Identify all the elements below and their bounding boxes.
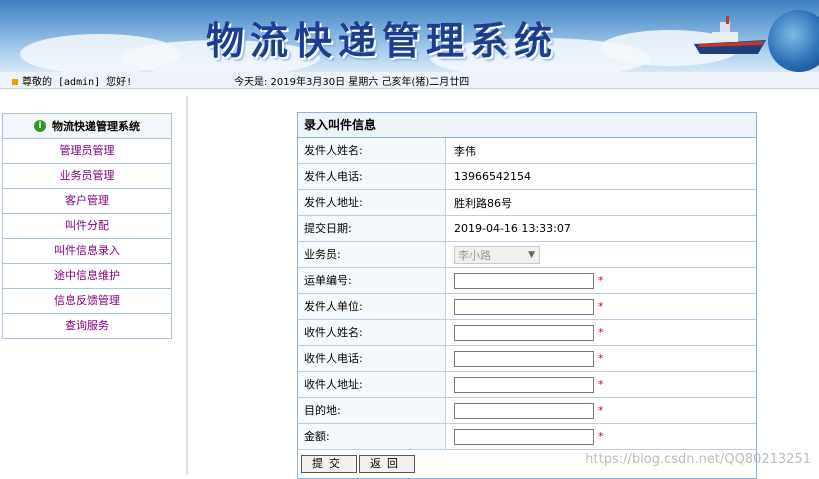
form-row: 发件人单位: * — [298, 294, 756, 320]
amount-input[interactable] — [454, 428, 594, 445]
form-row: 发件人姓名: 李伟 — [298, 138, 756, 164]
form-row: 金额: * — [298, 424, 756, 450]
required-mark: * — [598, 274, 604, 287]
field-label: 发件人姓名: — [298, 138, 446, 163]
required-mark: * — [598, 352, 604, 365]
sender-company-input[interactable] — [454, 298, 594, 315]
chevron-down-icon: ▼ — [528, 249, 535, 260]
form-row: 收件人姓名: * — [298, 320, 756, 346]
field-label: 收件人电话: — [298, 346, 446, 371]
form-row: 收件人电话: * — [298, 346, 756, 372]
globe-icon — [768, 10, 819, 72]
form-row: 业务员: 李小路 ▼ — [298, 242, 756, 268]
submit-button[interactable]: 提交 — [301, 455, 357, 473]
header-banner: 物流快递管理系统 — [0, 0, 819, 72]
field-label: 发件人电话: — [298, 164, 446, 189]
receiver-name-input[interactable] — [454, 324, 594, 341]
sidebar: i 物流快递管理系统 管理员管理 业务员管理 客户管理 叫件分配 叫件信息录入 … — [2, 113, 172, 339]
form-row: 收件人地址: * — [298, 372, 756, 398]
field-label: 目的地: — [298, 398, 446, 423]
sender-phone-value: 13966542154 — [454, 170, 531, 183]
field-label: 收件人地址: — [298, 372, 446, 397]
date-text: 今天是: 2019年3月30日 星期六 己亥年(猪)二月廿四 — [234, 77, 470, 88]
sender-address-value: 胜利路86号 — [454, 196, 512, 210]
greeting: 尊敬的 [admin] 您好! — [12, 73, 132, 88]
app-title: 物流快递管理系统 — [206, 18, 559, 63]
field-label: 运单编号: — [298, 268, 446, 293]
field-label: 金额: — [298, 424, 446, 449]
sidebar-item-customer-management[interactable]: 客户管理 — [2, 189, 172, 214]
receiver-phone-input[interactable] — [454, 350, 594, 367]
sidebar-item-feedback-management[interactable]: 信息反馈管理 — [2, 289, 172, 314]
watermark: https://blog.csdn.net/QQ80213251 — [585, 452, 811, 467]
form-row: 提交日期: 2019-04-16 13:33:07 — [298, 216, 756, 242]
sidebar-header: i 物流快递管理系统 — [2, 113, 172, 139]
required-mark: * — [598, 430, 604, 443]
bullet-icon — [12, 79, 18, 85]
field-label: 发件人单位: — [298, 294, 446, 319]
required-mark: * — [598, 404, 604, 417]
sidebar-item-salesman-management[interactable]: 业务员管理 — [2, 164, 172, 189]
sidebar-item-call-assignment[interactable]: 叫件分配 — [2, 214, 172, 239]
field-label: 提交日期: — [298, 216, 446, 241]
top-status-bar: 尊敬的 [admin] 您好! 今天是: 2019年3月30日 星期六 己亥年(… — [0, 72, 819, 89]
sidebar-item-transit-maintenance[interactable]: 途中信息维护 — [2, 264, 172, 289]
sidebar-title: 物流快递管理系统 — [52, 120, 140, 133]
required-mark: * — [598, 300, 604, 313]
form-row: 发件人电话: 13966542154 — [298, 164, 756, 190]
sidebar-item-query-service[interactable]: 查询服务 — [2, 314, 172, 339]
required-mark: * — [598, 326, 604, 339]
field-label: 发件人地址: — [298, 190, 446, 215]
salesman-selected: 李小路 — [458, 248, 491, 262]
salesman-select[interactable]: 李小路 ▼ — [454, 245, 540, 264]
sidebar-item-admin-management[interactable]: 管理员管理 — [2, 139, 172, 164]
info-icon: i — [34, 120, 46, 132]
field-label: 收件人姓名: — [298, 320, 446, 345]
field-label: 业务员: — [298, 242, 446, 267]
destination-input[interactable] — [454, 402, 594, 419]
form-row: 目的地: * — [298, 398, 756, 424]
greeting-text: 尊敬的 [admin] 您好! — [22, 77, 133, 88]
call-info-form: 录入叫件信息 发件人姓名: 李伟 发件人电话: 13966542154 发件人地… — [297, 112, 757, 479]
submit-date-value: 2019-04-16 13:33:07 — [454, 222, 571, 235]
form-row: 运单编号: * — [298, 268, 756, 294]
form-row: 发件人地址: 胜利路86号 — [298, 190, 756, 216]
required-mark: * — [598, 378, 604, 391]
sender-name-value: 李伟 — [454, 144, 476, 158]
form-title: 录入叫件信息 — [298, 113, 756, 138]
waybill-no-input[interactable] — [454, 272, 594, 289]
receiver-address-input[interactable] — [454, 376, 594, 393]
back-button[interactable]: 返回 — [359, 455, 415, 473]
sidebar-item-call-info-entry[interactable]: 叫件信息录入 — [2, 239, 172, 264]
divider — [186, 96, 188, 475]
ship-icon — [694, 16, 766, 54]
